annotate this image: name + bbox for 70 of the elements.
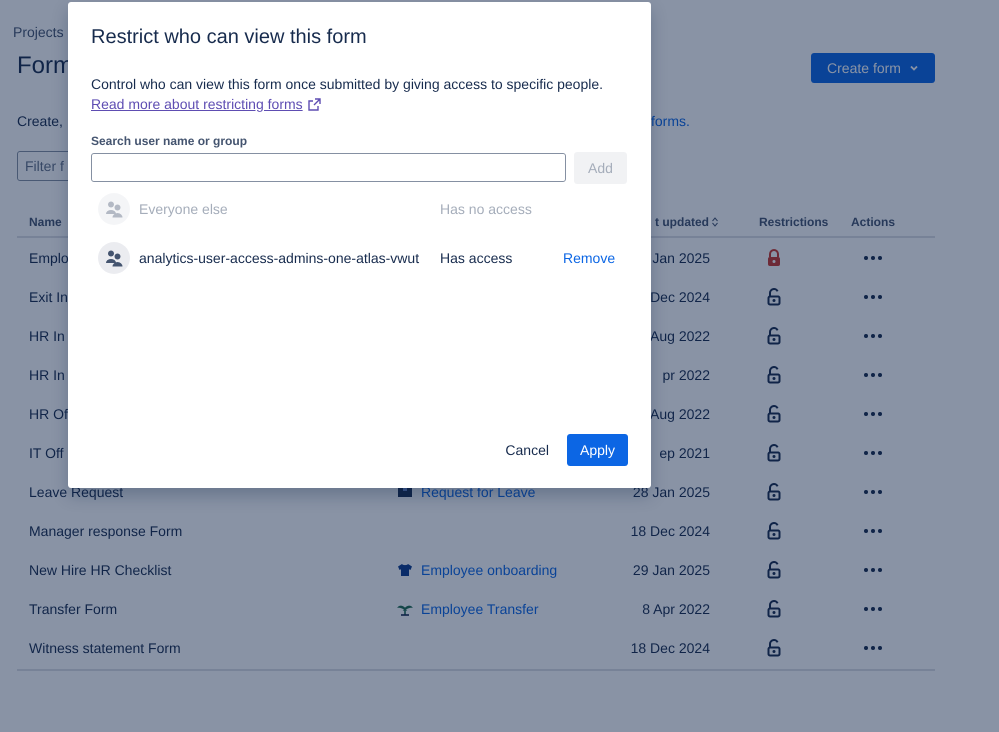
updated-date: pr 2022 [662,366,710,382]
external-link-icon [308,98,321,110]
form-name[interactable]: New Hire HR Checklist [29,562,172,578]
form-name[interactable]: Exit In [29,288,68,304]
request-type-link[interactable]: Request for Leave [421,484,536,500]
updated-date: 18 Dec 2024 [630,522,710,538]
more-icon[interactable] [864,450,882,454]
more-icon[interactable] [864,568,882,572]
more-icon[interactable] [864,334,882,338]
dialog-title: Restrict who can view this form [91,26,368,49]
unlocked-lock-icon[interactable] [766,560,782,578]
unlocked-lock-icon[interactable] [766,288,782,306]
form-name[interactable]: Manager response Form [29,522,182,538]
unlocked-lock-icon[interactable] [766,522,782,540]
shirt-icon [397,562,413,576]
more-icon[interactable] [864,412,882,416]
unlocked-lock-icon[interactable] [766,638,782,656]
sort-icon [712,217,718,227]
unlocked-lock-icon[interactable] [766,326,782,344]
more-icon[interactable] [864,490,882,494]
form-name[interactable]: IT Off [29,444,64,460]
remove-link[interactable]: Remove [563,250,616,266]
unlocked-lock-icon[interactable] [766,444,782,462]
unlocked-lock-icon[interactable] [766,404,782,422]
group-avatar-icon [98,193,130,225]
more-icon[interactable] [864,372,882,376]
form-name[interactable]: Witness statement Form [29,640,181,656]
create-form-button[interactable]: Create form [811,53,935,83]
forms-link[interactable]: forms. [651,113,690,129]
more-icon[interactable] [864,256,882,260]
updated-date: 18 Dec 2024 [630,640,710,656]
more-icon[interactable] [864,294,882,298]
updated-date: Dec 2024 [650,288,710,304]
chevron-down-icon [908,63,919,73]
column-header[interactable]: t updated [628,215,718,229]
group-avatar-icon [98,242,130,274]
updated-date: Aug 2022 [650,328,710,344]
request-type-link[interactable]: Employee onboarding [421,562,558,578]
column-header: Actions [851,215,896,229]
more-icon[interactable] [864,606,882,610]
form-name[interactable]: Transfer Form [29,600,118,616]
form-name[interactable]: HR In [29,328,65,344]
updated-date: ep 2021 [659,444,710,460]
cancel-button[interactable]: Cancel [493,434,561,466]
group-name: analytics-user-access-admins-one-atlas-vwut [139,250,420,266]
access-status: Has no access [440,201,533,217]
search-label: Search user name or group [91,134,248,148]
unlocked-lock-icon[interactable] [766,482,782,500]
request-type-link[interactable]: Employee Transfer [421,600,538,616]
form-name[interactable]: Leave Request [29,484,124,500]
lock-icon[interactable] [766,248,782,266]
page-description: Create, [17,113,64,129]
group-name: Everyone else [139,201,229,217]
more-icon[interactable] [864,646,882,650]
updated-date: 8 Apr 2022 [642,600,710,616]
form-name[interactable]: HR Of [29,406,68,422]
apply-button[interactable]: Apply [567,434,628,466]
search-field[interactable] [91,153,566,182]
updated-date: 29 Jan 2025 [632,562,710,578]
form-name[interactable]: HR In [29,366,65,382]
updated-date: Jan 2025 [652,250,710,266]
form-name[interactable]: Emplo [29,250,69,266]
unlocked-lock-icon[interactable] [766,366,782,384]
more-icon[interactable] [864,528,882,532]
unlocked-lock-icon[interactable] [766,600,782,618]
column-header[interactable]: Restrictions [759,215,851,229]
access-status: Has access [440,250,514,266]
updated-date: Aug 2022 [650,406,710,422]
read-more-link[interactable]: Read more about restricting forms [91,94,321,114]
dialog-description: Control who can view this form once submitted by giving access to specific people. [91,75,604,94]
